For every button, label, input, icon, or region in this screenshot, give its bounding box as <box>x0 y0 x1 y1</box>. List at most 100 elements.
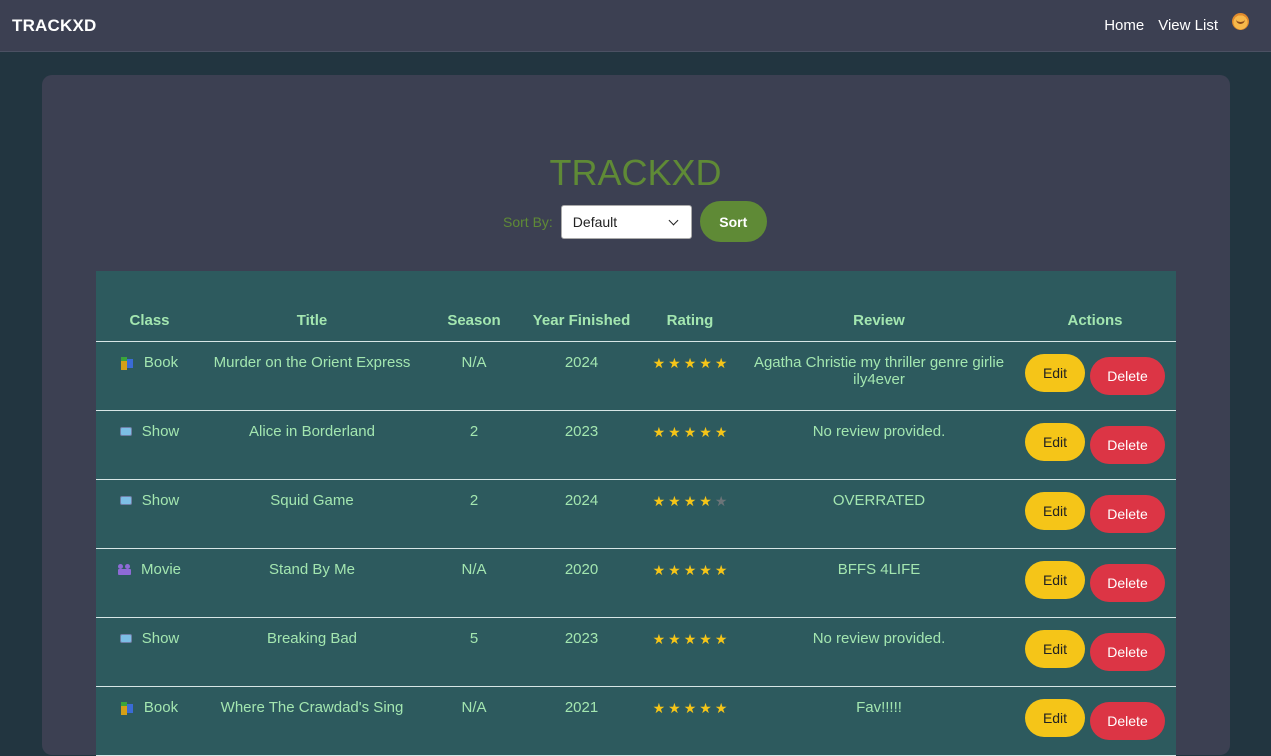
star-filled-icon: ★ <box>683 355 697 371</box>
star-filled-icon: ★ <box>668 355 681 371</box>
delete-button[interactable]: Delete <box>1090 564 1165 602</box>
star-filled-icon: ★ <box>714 562 728 578</box>
cell-title: Alice in Borderland <box>203 410 421 480</box>
cell-season: N/A <box>421 686 527 756</box>
star-filled-icon: ★ <box>714 700 728 716</box>
cell-review: No review provided. <box>744 410 1014 480</box>
table-row: Show Alice in Borderland 2 2023 ★ ★ ★ ★ ★ No revi… <box>96 410 1176 480</box>
cell-class: Book <box>96 686 203 756</box>
star-filled-icon: ★ <box>668 700 681 716</box>
cell-class: Show <box>96 617 203 687</box>
cell-season: 5 <box>421 617 527 687</box>
edit-button[interactable]: Edit <box>1025 630 1085 668</box>
star-rating: ★ ★ ★ ★ ★ <box>653 630 728 648</box>
class-label: Book <box>143 354 179 371</box>
header-actions: Actions <box>1014 271 1176 342</box>
table-row: Show Breaking Bad 5 2023 ★ ★ ★ ★ ★ No review prov… <box>96 617 1176 687</box>
header-year-finished: Year Finished <box>527 271 636 342</box>
cell-rating: ★ ★ ★ ★ ★ <box>636 548 744 618</box>
delete-button[interactable]: Delete <box>1090 495 1165 533</box>
top-navbar: TRACKXD Home View List <box>0 0 1271 52</box>
cell-year: 2024 <box>527 341 636 411</box>
edit-button[interactable]: Edit <box>1025 354 1085 392</box>
cell-actions: Edit Delete <box>1014 341 1176 411</box>
header-title: Title <box>203 271 421 342</box>
star-filled-icon: ★ <box>699 700 712 716</box>
sort-button[interactable]: Sort <box>699 201 767 242</box>
star-filled-icon: ★ <box>699 562 712 578</box>
sort-select[interactable]: Default <box>560 204 692 239</box>
edit-button[interactable]: Edit <box>1025 423 1085 461</box>
delete-button[interactable]: Delete <box>1090 702 1165 740</box>
star-filled-icon: ★ <box>714 631 728 647</box>
star-filled-icon: ★ <box>714 355 728 371</box>
cell-title: Where The Crawdad's Sing <box>203 686 421 756</box>
table-row: Book Murder on the Orient Express N/A 2024 ★… <box>96 341 1176 411</box>
cell-rating: ★ ★ ★ ★ ★ <box>636 617 744 687</box>
delete-button[interactable]: Delete <box>1090 633 1165 671</box>
star-filled-icon: ★ <box>683 424 697 440</box>
navbar-brand[interactable]: TRACKXD <box>12 16 97 36</box>
cell-rating: ★ ★ ★ ★ ★ <box>636 479 744 549</box>
delete-button[interactable]: Delete <box>1090 426 1165 464</box>
cell-season: 2 <box>421 410 527 480</box>
cell-season: N/A <box>421 341 527 411</box>
star-filled-icon: ★ <box>652 355 666 371</box>
cell-season: N/A <box>421 548 527 618</box>
page-title: TRACKXD <box>549 152 722 193</box>
table-row: Movie Stand By Me N/A 2020 ★ ★ ★ ★ ★ BFFS 4LIFE Ed… <box>96 548 1176 618</box>
cell-year: 2020 <box>527 548 636 618</box>
nav-link-home[interactable]: Home <box>1104 12 1144 39</box>
cell-class: Show <box>96 479 203 549</box>
nav-link-view-list[interactable]: View List <box>1158 12 1218 39</box>
cell-class: Movie <box>96 548 203 618</box>
star-filled-icon: ★ <box>652 493 666 509</box>
sort-bar: Sort By: Default Sort <box>503 201 767 242</box>
star-filled-icon: ★ <box>699 493 712 509</box>
tv-icon <box>119 427 132 436</box>
cell-title: Stand By Me <box>203 548 421 618</box>
edit-button[interactable]: Edit <box>1025 492 1085 530</box>
book-icon <box>120 356 134 369</box>
star-filled-icon: ★ <box>668 493 681 509</box>
edit-button[interactable]: Edit <box>1025 561 1085 599</box>
cell-review: Fav!!!!! <box>744 686 1014 756</box>
edit-button[interactable]: Edit <box>1025 699 1085 737</box>
table-row: Book Where The Crawdad's Sing N/A 2021 ★ ★ ★ ★ ★… <box>96 686 1176 756</box>
header-review: Review <box>744 271 1014 342</box>
tv-icon <box>119 634 132 643</box>
star-rating: ★ ★ ★ ★ ★ <box>653 699 728 717</box>
cell-actions: Edit Delete <box>1014 479 1176 549</box>
star-empty-icon: ★ <box>714 493 728 509</box>
star-filled-icon: ★ <box>699 424 712 440</box>
header-class: Class <box>96 271 203 342</box>
header-season: Season <box>421 271 527 342</box>
star-rating: ★ ★ ★ ★ ★ <box>653 561 728 579</box>
header-rating: Rating <box>636 271 744 342</box>
book-icon <box>120 701 134 714</box>
class-label: Show <box>141 630 180 647</box>
chevron-down-icon <box>668 215 679 225</box>
class-label: Show <box>141 492 180 509</box>
star-filled-icon: ★ <box>652 631 666 647</box>
cell-actions: Edit Delete <box>1014 686 1176 756</box>
cell-season: 2 <box>421 479 527 549</box>
star-filled-icon: ★ <box>683 631 697 647</box>
movie-icon <box>117 563 131 576</box>
cell-class: Book <box>96 341 203 411</box>
star-rating: ★ ★ ★ ★ ★ <box>653 423 728 441</box>
cell-year: 2023 <box>527 410 636 480</box>
cell-review: OVERRATED <box>744 479 1014 549</box>
sort-label: Sort By: <box>503 213 553 230</box>
cell-rating: ★ ★ ★ ★ ★ <box>636 410 744 480</box>
delete-button[interactable]: Delete <box>1090 357 1165 395</box>
star-rating: ★ ★ ★ ★ ★ <box>653 354 728 372</box>
star-filled-icon: ★ <box>652 424 666 440</box>
star-filled-icon: ★ <box>699 631 712 647</box>
star-filled-icon: ★ <box>652 562 666 578</box>
star-filled-icon: ★ <box>683 700 697 716</box>
star-filled-icon: ★ <box>683 562 697 578</box>
star-filled-icon: ★ <box>668 424 681 440</box>
class-label: Show <box>141 423 180 440</box>
smiley-sun-icon[interactable] <box>1232 13 1249 30</box>
